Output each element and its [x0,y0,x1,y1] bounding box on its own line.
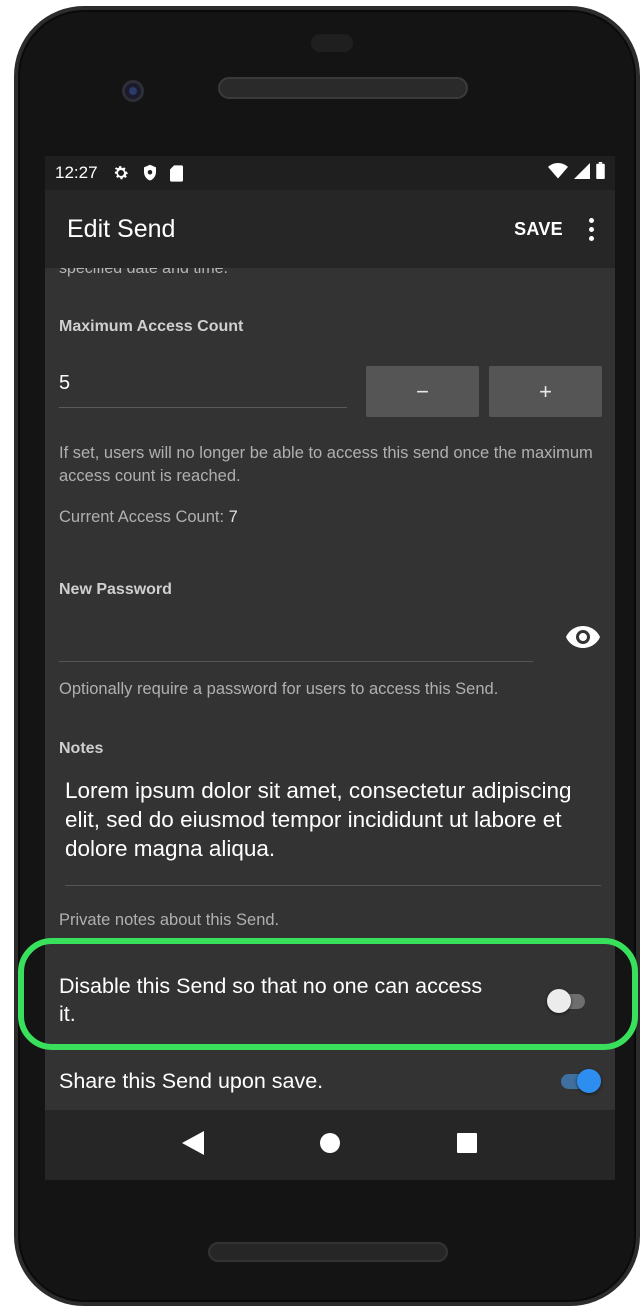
wifi-icon [548,162,568,184]
notes-help: Private notes about this Send. [59,911,280,929]
more-vert-icon[interactable] [587,217,595,241]
status-bar: 12:27 [45,156,615,190]
notes-input[interactable]: Lorem ipsum dolor sit amet, consectetur … [65,776,605,863]
back-icon[interactable] [182,1130,205,1160]
signal-icon [574,162,590,184]
current-access-count: Current Access Count: 7 [59,506,609,529]
current-access-value: 7 [228,508,238,526]
status-time: 12:27 [55,163,98,182]
expiration-help-text: specified date and time. [59,268,228,277]
earpiece-speaker [218,77,468,99]
battery-icon [596,162,605,184]
notes-underline [65,885,601,886]
password-help: Optionally require a password for users … [59,680,499,698]
share-send-row[interactable]: Share this Send upon save. [45,1067,615,1101]
app-bar: Edit Send SAVE [45,190,615,268]
max-access-input[interactable]: 5 [59,360,347,408]
system-nav-bar [45,1110,615,1180]
decrement-button[interactable]: − [366,366,479,417]
recents-icon[interactable] [456,1132,478,1159]
bottom-speaker [208,1242,448,1262]
front-camera [122,80,144,102]
sd-card-icon [169,164,183,182]
increment-button[interactable]: + [489,366,602,417]
current-access-label: Current Access Count: [59,508,225,526]
save-button[interactable]: SAVE [514,219,563,240]
max-access-label: Maximum Access Count [59,318,244,335]
highlight-outline [18,938,638,1050]
home-icon[interactable] [319,1132,341,1159]
eye-icon[interactable] [565,625,601,654]
shield-icon [142,164,158,182]
max-access-help: If set, users will no longer be able to … [59,444,593,485]
notes-label: Notes [59,740,104,757]
share-send-label: Share this Send upon save. [59,1069,324,1093]
phone-notch [311,34,353,52]
page-title: Edit Send [67,214,176,243]
status-right-icons [548,162,605,184]
new-password-input[interactable] [59,661,533,662]
new-password-label: New Password [59,581,172,598]
gear-icon [112,164,130,182]
